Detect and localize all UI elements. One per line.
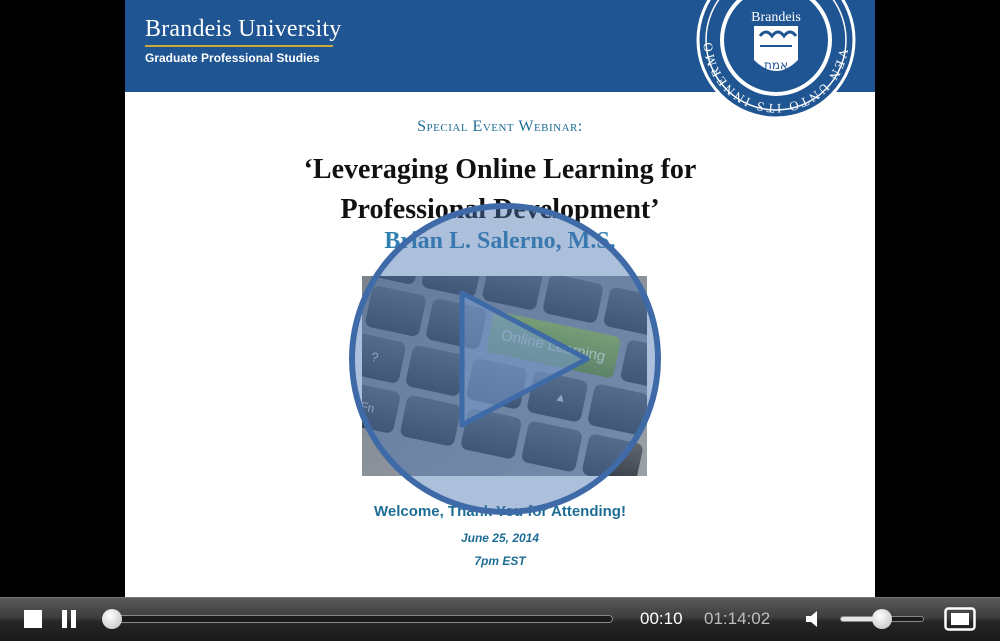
event-time: 7pm EST: [474, 554, 526, 568]
play-button-overlay[interactable]: [347, 201, 663, 517]
university-seal: VEN UNTO ITS INNERMOST PARTS Brandeis אמ…: [696, 0, 856, 120]
mute-button[interactable]: [804, 608, 826, 630]
stop-icon: [24, 610, 42, 628]
seek-handle[interactable]: [102, 609, 122, 629]
seal-motto: אמת: [764, 58, 788, 72]
total-duration: 01:14:02: [704, 609, 771, 628]
brand-name: Brandeis University: [145, 16, 342, 42]
seek-bar[interactable]: [109, 615, 613, 623]
speaker-icon: [806, 611, 817, 627]
pause-icon: [60, 610, 78, 628]
fullscreen-icon: [944, 607, 976, 631]
stop-button[interactable]: [24, 610, 42, 628]
webinar-title-line1: ‘Leveraging Online Learning for: [303, 154, 697, 185]
event-kicker: Special Event Webinar:: [417, 118, 583, 135]
play-icon: [349, 203, 661, 515]
video-player: Brandeis University Graduate Professiona…: [0, 0, 1000, 641]
seal-label: Brandeis: [751, 10, 801, 25]
brand-divider: [145, 45, 333, 47]
slide-banner: Brandeis University Graduate Professiona…: [125, 0, 875, 120]
current-time: 00:10: [640, 609, 683, 628]
player-controlbar: 00:10 01:14:02: [0, 597, 1000, 641]
brand-subtitle: Graduate Professional Studies: [145, 51, 320, 65]
event-date: June 25, 2014: [460, 531, 540, 545]
pause-button[interactable]: [60, 610, 78, 628]
volume-handle[interactable]: [872, 609, 892, 629]
fullscreen-button[interactable]: [944, 607, 976, 631]
